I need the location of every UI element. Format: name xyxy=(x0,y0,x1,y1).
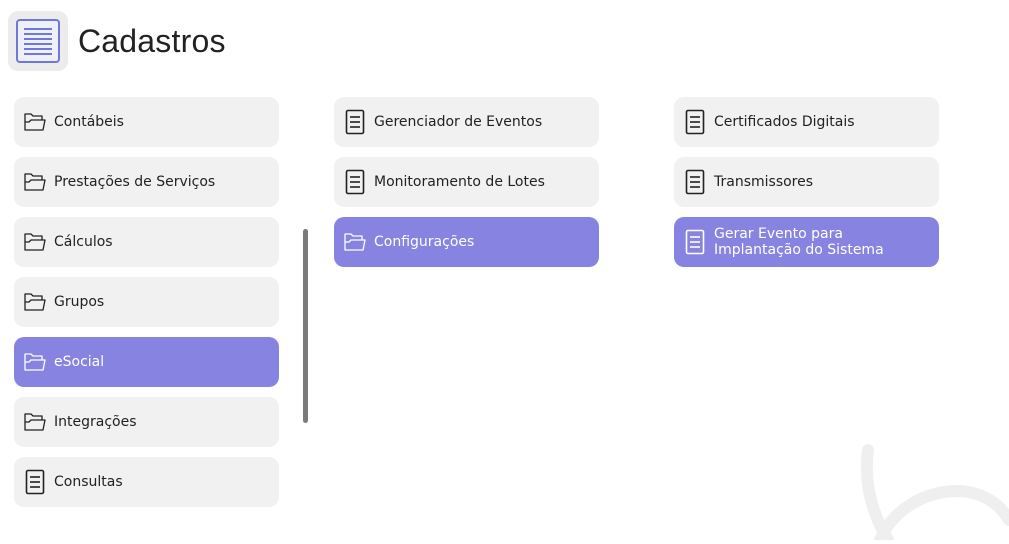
menu-item-label: Configurações xyxy=(374,234,475,250)
menu-item-grupos[interactable]: Grupos xyxy=(14,277,279,327)
menu-item-label: Contábeis xyxy=(54,114,124,130)
document-icon xyxy=(682,169,708,195)
menu-item-consultas[interactable]: Consultas xyxy=(14,457,279,507)
menu-item-label: Monitoramento de Lotes xyxy=(374,174,545,190)
folder-icon xyxy=(22,229,48,255)
menu-column-esocial: Gerenciador de Eventos Monitoramento de L… xyxy=(334,97,599,277)
menu-item-prestacoes-de-servicos[interactable]: Prestações de Serviços xyxy=(14,157,279,207)
folder-icon xyxy=(22,409,48,435)
menu-item-configuracoes[interactable]: Configurações xyxy=(334,217,599,267)
menu-item-label: Transmissores xyxy=(714,174,814,190)
document-icon xyxy=(342,169,368,195)
menu-item-label: Grupos xyxy=(54,294,105,310)
document-icon xyxy=(342,109,368,135)
menu-item-label: Certificados Digitais xyxy=(714,114,855,130)
menu-item-certificados-digitais[interactable]: Certificados Digitais xyxy=(674,97,939,147)
folder-icon xyxy=(342,229,368,255)
document-icon xyxy=(682,109,708,135)
page-header: Cadastros xyxy=(8,10,226,72)
folder-icon xyxy=(22,349,48,375)
menu-item-esocial[interactable]: eSocial xyxy=(14,337,279,387)
menu-item-label: Consultas xyxy=(54,474,123,490)
document-icon xyxy=(682,229,708,255)
menu-item-contabeis[interactable]: Contábeis xyxy=(14,97,279,147)
list-document-icon xyxy=(8,11,68,71)
column-scrollbar[interactable] xyxy=(303,229,308,423)
menu-item-label: Integrações xyxy=(54,414,137,430)
folder-icon xyxy=(22,289,48,315)
menu-item-calculos[interactable]: Cálculos xyxy=(14,217,279,267)
menu-item-gerar-evento-para-implantacao-do-sistema[interactable]: Gerar Evento para Implantação do Sistema xyxy=(674,217,939,267)
menu-item-transmissores[interactable]: Transmissores xyxy=(674,157,939,207)
decorative-logo-watermark xyxy=(840,440,1009,544)
menu-item-label: Prestações de Serviços xyxy=(54,174,216,190)
folder-icon xyxy=(22,169,48,195)
menu-item-label: eSocial xyxy=(54,354,105,370)
menu-item-label: Gerenciador de Eventos xyxy=(374,114,543,130)
menu-item-gerenciador-de-eventos[interactable]: Gerenciador de Eventos xyxy=(334,97,599,147)
menu-column-categories: Contábeis Prestações de Serviços Cálculos G… xyxy=(14,97,279,517)
menu-item-label: Gerar Evento para Implantação do Sistema xyxy=(714,226,884,258)
page-title: Cadastros xyxy=(78,22,226,59)
menu-item-label: Cálculos xyxy=(54,234,113,250)
menu-column-configuracoes: Certificados Digitais Transmissores Gerar … xyxy=(674,97,939,277)
menu-item-monitoramento-de-lotes[interactable]: Monitoramento de Lotes xyxy=(334,157,599,207)
document-icon xyxy=(22,469,48,495)
menu-item-integracoes[interactable]: Integrações xyxy=(14,397,279,447)
folder-icon xyxy=(22,109,48,135)
